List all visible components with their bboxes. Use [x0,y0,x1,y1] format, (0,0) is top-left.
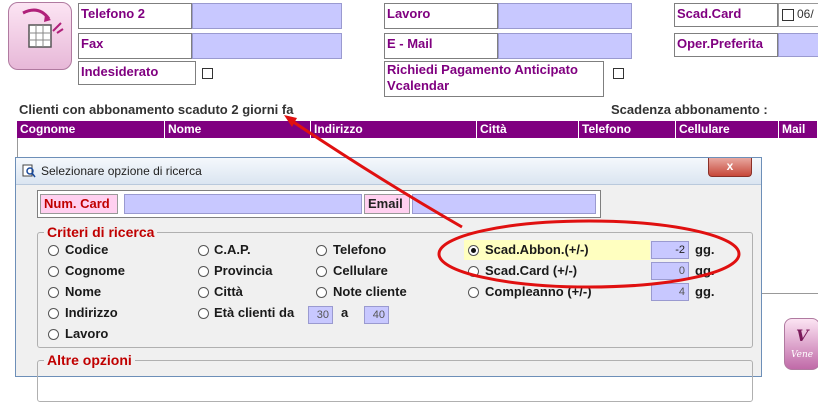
annotation-ellipse [437,219,741,289]
annotation-arrowhead [284,115,297,127]
annotation-arrow [288,117,463,229]
annotation-overlay [284,115,741,289]
